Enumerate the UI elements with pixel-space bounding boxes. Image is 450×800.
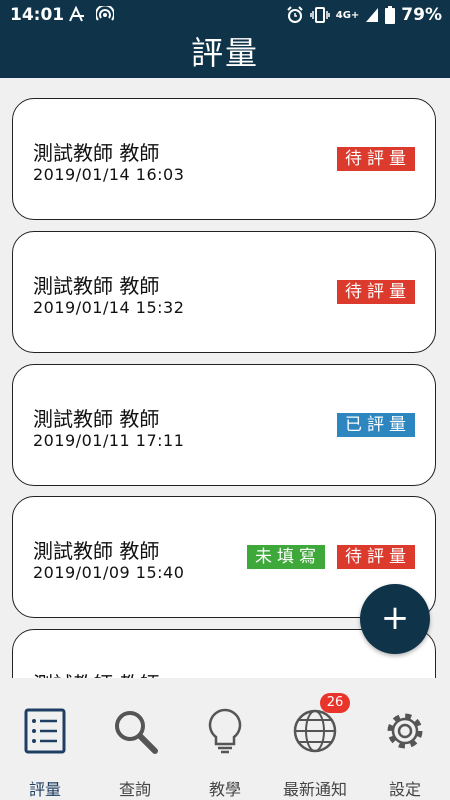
evaluation-card[interactable]: 測試教師 教師 2019/01/14 15:32 待評量 xyxy=(12,231,436,353)
status-badge: 未填寫 xyxy=(247,545,325,569)
card-datetime: 2019/01/14 16:03 xyxy=(33,165,185,184)
evaluation-card[interactable]: 測試教師 教師 2019/01/11 17:11 已評量 xyxy=(12,364,436,486)
card-teacher-name: 測試教師 教師 xyxy=(33,407,160,431)
add-button[interactable]: + xyxy=(360,584,430,654)
card-teacher-name: 測試教師 教師 xyxy=(33,539,160,563)
nav-item-teaching[interactable]: 教學 xyxy=(180,678,270,800)
bottom-nav: 評量 查詢 教學 26 最新通知 設定 xyxy=(0,678,450,800)
network-type: 4G+ xyxy=(335,9,360,21)
vibrate-icon xyxy=(310,7,330,23)
status-badge: 待評量 xyxy=(337,545,415,569)
card-teacher-name: 測試教師 教師 xyxy=(33,141,160,165)
card-datetime: 2019/01/09 15:40 xyxy=(33,563,185,582)
status-badge: 待評量 xyxy=(337,147,415,171)
globe-icon xyxy=(293,709,337,753)
hotspot-icon xyxy=(96,6,114,21)
app-notification-icon xyxy=(69,6,84,22)
page-title: 評量 xyxy=(0,30,450,78)
status-badge: 已評量 xyxy=(337,413,415,437)
alarm-icon xyxy=(287,6,303,23)
evaluation-card[interactable]: 測試教師 教師 2019/01/14 16:03 待評量 xyxy=(12,98,436,220)
status-badge: 待評量 xyxy=(337,280,415,304)
lightbulb-icon xyxy=(208,708,242,754)
card-teacher-name: 測試教師 教師 xyxy=(33,668,159,678)
nav-label: 設定 xyxy=(388,780,421,799)
nav-label: 評量 xyxy=(28,780,61,799)
nav-label: 查詢 xyxy=(118,780,151,799)
nav-item-search[interactable]: 查詢 xyxy=(90,678,180,800)
status-time: 14:01 xyxy=(10,5,65,25)
status-bar: 14:01 4G+ 79% xyxy=(0,0,450,30)
nav-label: 最新通知 xyxy=(282,780,347,799)
card-datetime: 2019/01/14 15:32 xyxy=(33,298,185,317)
nav-item-notifications[interactable]: 26 最新通知 xyxy=(270,678,360,800)
notification-count-badge: 26 xyxy=(320,693,350,713)
battery-icon xyxy=(385,6,396,24)
nav-item-evaluation[interactable]: 評量 xyxy=(0,678,90,800)
gear-icon xyxy=(387,713,423,749)
card-teacher-name: 測試教師 教師 xyxy=(33,274,160,298)
nav-item-settings[interactable]: 設定 xyxy=(360,678,450,800)
signal-icon xyxy=(366,8,379,22)
card-datetime: 2019/01/11 17:11 xyxy=(33,431,185,450)
nav-label: 教學 xyxy=(208,780,241,799)
search-icon xyxy=(115,711,158,754)
battery-level: 79% xyxy=(401,5,442,25)
evaluation-list-icon xyxy=(24,708,66,754)
